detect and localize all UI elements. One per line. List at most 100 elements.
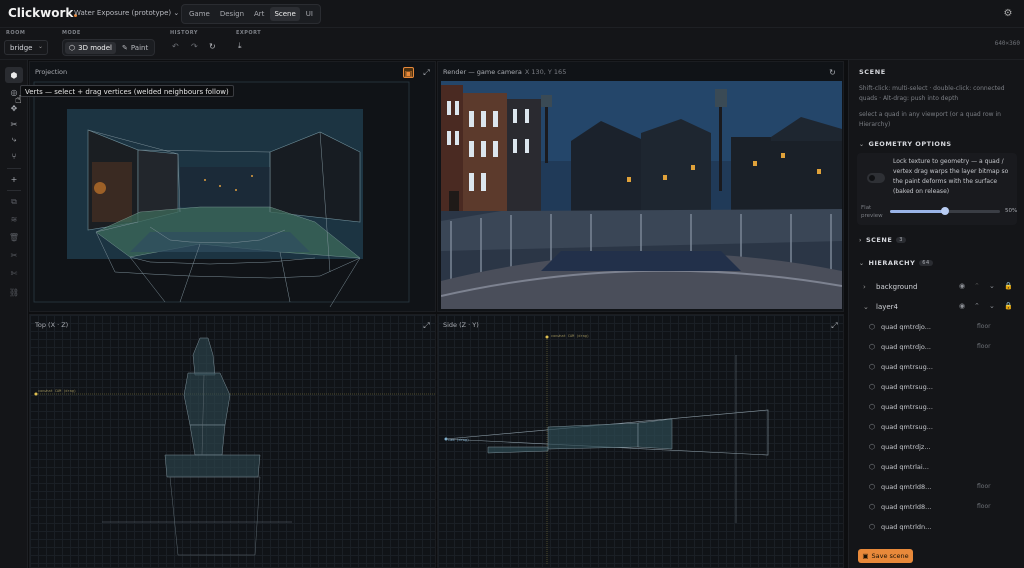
lock-icon[interactable]: 🔒 xyxy=(1004,302,1013,310)
layers-icon[interactable]: ≋ xyxy=(5,211,23,227)
chevron-down-icon: ⌄ xyxy=(173,9,180,17)
top-viewport[interactable]: Top (X · Z) ⤢ conwhat CAM (drag) xyxy=(29,314,436,568)
split-icon[interactable]: ✄ xyxy=(5,265,23,281)
image-icon[interactable]: ▣ xyxy=(403,67,414,78)
app-logo[interactable]: Clickwork xyxy=(8,6,78,20)
quad-row[interactable]: ⬡ quad qmtrld8... floor xyxy=(849,479,1024,497)
tab-art[interactable]: Art xyxy=(250,7,268,21)
cube-icon: ⬡ xyxy=(869,363,876,371)
tab-ui[interactable]: UI xyxy=(302,7,317,21)
mode-3d-button[interactable]: ⬡ 3D model xyxy=(65,41,116,54)
chevron-up-icon[interactable]: ⌃ xyxy=(974,282,980,290)
slider-handle[interactable] xyxy=(941,207,949,215)
lock-texture-toggle[interactable] xyxy=(867,173,885,183)
quad-name: quad qmtrlai... xyxy=(881,463,929,471)
chevron-down-icon: ⌄ xyxy=(859,259,865,267)
expand-icon[interactable]: ⤢ xyxy=(421,320,432,331)
quad-row[interactable]: ⬡ quad qmtrld8... floor xyxy=(849,499,1024,517)
quad-row[interactable]: ⬡ quad qmtrldn... xyxy=(849,519,1024,537)
layer-row-layer4[interactable]: ⌄ layer4 ◉ ⌃ ⌄ 🔒 xyxy=(849,299,1024,317)
quad-row[interactable]: ⬡ quad qmtrsug... xyxy=(849,379,1024,397)
undo-icon[interactable]: ↶ xyxy=(172,42,179,51)
mode-switch: ⬡ 3D model ✎ Paint xyxy=(62,39,156,56)
viewport-title: Projection xyxy=(35,68,68,76)
quad-row[interactable]: ⬡ quad qmtrdjo... floor xyxy=(849,339,1024,357)
top-wireframe xyxy=(34,337,435,556)
chevron-down-icon: ⌄ xyxy=(859,140,865,148)
cube-icon: ⬡ xyxy=(869,443,876,451)
scene-section-header[interactable]: › SCENE 3 xyxy=(859,236,906,244)
chevron-down-icon[interactable]: ⌄ xyxy=(989,302,995,310)
toolbar: ROOM bridge ⌄ MODE ⬡ 3D model ✎ Paint HISTO… xyxy=(0,28,1024,60)
quad-tag: floor xyxy=(977,323,991,330)
quad-row[interactable]: ⬡ quad qmtrsug... xyxy=(849,419,1024,437)
history-label: HISTORY xyxy=(170,30,199,36)
lock-icon[interactable]: 🔒 xyxy=(1004,282,1013,290)
quad-name: quad qmtrsug... xyxy=(881,363,933,371)
quad-name: quad qmtrdjo... xyxy=(881,343,931,351)
viewport-title: Side (Z · Y) xyxy=(443,321,479,329)
tooltip: Verts — select + drag vertices (welded n… xyxy=(20,85,234,97)
curve-tool-icon[interactable]: ⤷ xyxy=(5,132,23,148)
link-icon[interactable]: ⛓ xyxy=(5,284,23,300)
room-label: ROOM xyxy=(6,30,26,36)
quad-row[interactable]: ⬡ quad qmtrsug... xyxy=(849,359,1024,377)
quad-row[interactable]: ⬡ quad qmtrsug... xyxy=(849,399,1024,417)
tab-game[interactable]: Game xyxy=(185,7,214,21)
trash-icon[interactable]: 🗑 xyxy=(5,229,23,245)
layer-row-background[interactable]: › background ◉ ⌃ ⌄ 🔒 xyxy=(849,279,1024,297)
expand-icon[interactable]: ⤢ xyxy=(829,320,840,331)
mode-paint-button[interactable]: ✎ Paint xyxy=(118,42,152,54)
eye-icon[interactable]: ◉ xyxy=(959,302,965,310)
add-icon[interactable]: + xyxy=(5,171,23,187)
panel-hint-select: select a quad in any viewport (or a quad… xyxy=(859,111,1001,128)
quad-row[interactable]: ⬡ quad qmtrdjz... xyxy=(849,439,1024,457)
download-icon[interactable]: ⤓ xyxy=(238,41,242,51)
pointer-cursor-icon: ☝ xyxy=(15,93,22,106)
mode-label: MODE xyxy=(62,30,81,36)
flat-preview-slider[interactable] xyxy=(890,207,1000,215)
tab-scene[interactable]: Scene xyxy=(270,7,300,21)
reset-icon[interactable]: ↻ xyxy=(209,42,216,51)
side-wireframe xyxy=(444,335,769,565)
scissors-icon[interactable]: ✂ xyxy=(5,116,23,132)
game-render xyxy=(441,81,842,309)
projection-wireframe xyxy=(33,81,410,308)
cube-tool-icon[interactable]: ⬢ xyxy=(5,67,23,83)
side-viewport[interactable]: Side (Z · Y) ⤢ conwhat CAM (drag) cam (d… xyxy=(437,314,844,568)
quad-row[interactable]: ⬡ quad qmtrlai... xyxy=(849,459,1024,477)
lock-texture-label: Lock texture to geometry — a quad / vert… xyxy=(893,158,1009,195)
project-selector[interactable]: Water Exposure (prototype) ⌄ xyxy=(74,9,179,17)
cube-icon: ⬡ xyxy=(869,483,876,491)
chevron-up-icon[interactable]: ⌃ xyxy=(974,302,980,310)
layer-name: background xyxy=(876,283,918,291)
quad-name: quad qmtrldn... xyxy=(881,523,932,531)
camera-coords: X 130, Y 165 xyxy=(524,68,567,76)
quad-name: quad qmtrdjo... xyxy=(881,323,931,331)
expand-icon[interactable]: ⤢ xyxy=(421,67,432,78)
hierarchy-section-header[interactable]: ⌄ HIERARCHY 64 xyxy=(859,259,933,267)
cut-icon[interactable]: ✂ xyxy=(5,247,23,263)
duplicate-icon[interactable]: ⧉ xyxy=(5,194,23,210)
quad-name: quad qmtrsug... xyxy=(881,383,933,391)
quad-tag: floor xyxy=(977,503,991,510)
tab-design[interactable]: Design xyxy=(216,7,248,21)
room-select[interactable]: bridge ⌄ xyxy=(4,40,48,55)
reset-camera-icon[interactable]: ↻ xyxy=(827,67,838,78)
slider-fill xyxy=(890,210,945,213)
save-icon: ▣ xyxy=(862,552,869,560)
save-scene-button[interactable]: ▣ Save scene xyxy=(858,549,913,563)
eye-icon[interactable]: ◉ xyxy=(959,282,965,290)
gear-icon[interactable]: ⚙ xyxy=(1002,8,1014,20)
chevron-down-icon: ⌄ xyxy=(37,43,43,50)
projection-viewport[interactable]: Projection ▣ ⤢ xyxy=(29,61,436,312)
redo-icon[interactable]: ↷ xyxy=(191,42,198,51)
geometry-options-header[interactable]: ⌄ GEOMETRY OPTIONS xyxy=(859,140,952,148)
render-viewport[interactable]: Render — game camera X 130, Y 165 ↻ xyxy=(437,61,844,312)
quad-tag: floor xyxy=(977,343,991,350)
quad-row[interactable]: ⬡ quad qmtrdjo... floor xyxy=(849,319,1024,337)
quad-name: quad qmtrld8... xyxy=(881,483,932,491)
chevron-down-icon[interactable]: ⌄ xyxy=(989,282,995,290)
cube-icon: ⬡ xyxy=(69,43,76,52)
branch-tool-icon[interactable]: ⑂ xyxy=(5,148,23,164)
